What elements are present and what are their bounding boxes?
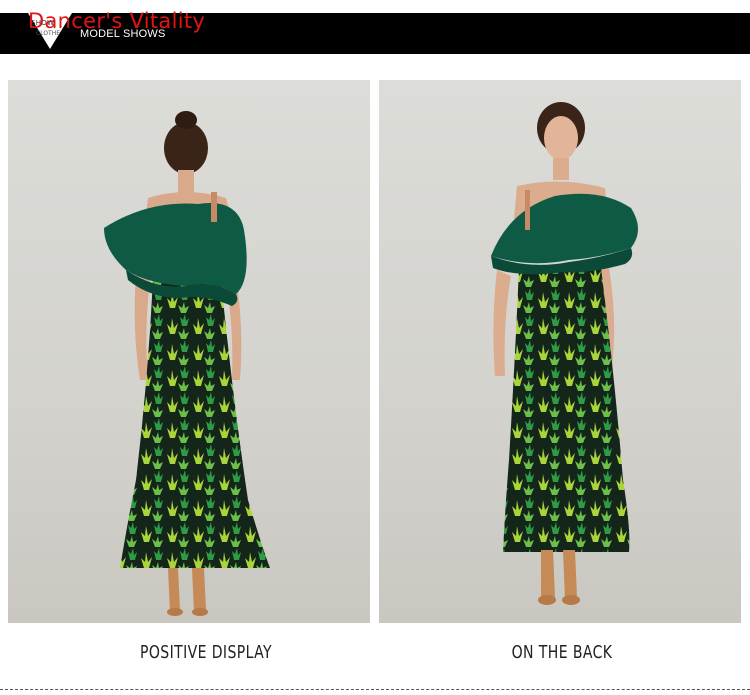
caption-positive-display: POSITIVE DISPLAY [139, 642, 273, 663]
dashed-divider [0, 689, 750, 690]
model-front-illustration [491, 102, 638, 605]
caption-on-the-back: ON THE BACK [511, 642, 613, 663]
photo-front-view [379, 80, 741, 623]
photo-back-view [8, 80, 370, 623]
model-back-illustration [104, 111, 270, 616]
section-title: MODEL SHOWS [80, 28, 166, 40]
